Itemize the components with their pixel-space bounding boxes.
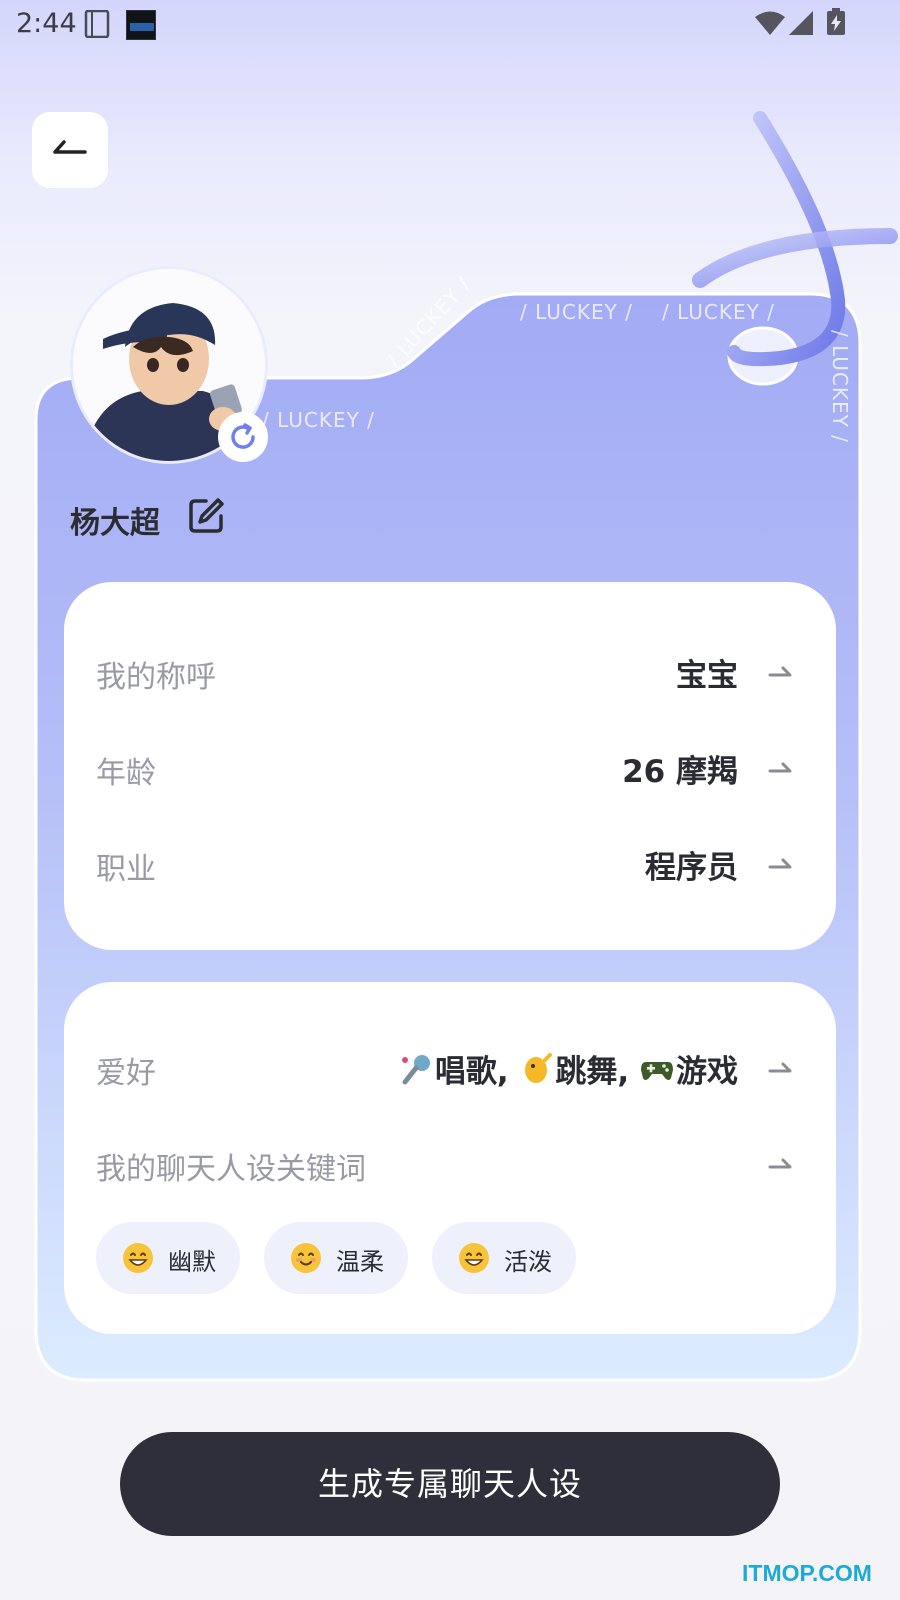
- status-time: 2:44: [16, 8, 77, 39]
- basic-info-panel: 我的称呼 宝宝 年龄 26 摩羯 职业 程序员: [64, 582, 836, 950]
- row-label: 年龄: [96, 756, 156, 791]
- microphone-icon: [401, 1055, 430, 1085]
- occupation-row[interactable]: 职业 程序员: [96, 834, 804, 894]
- keyword-tag[interactable]: 温柔: [264, 1222, 408, 1294]
- keyword-tag[interactable]: 幽默: [96, 1222, 240, 1294]
- arrow-right-icon: [768, 858, 792, 869]
- smiling-face-icon: [291, 1243, 321, 1273]
- row-label: 职业: [96, 852, 156, 887]
- row-value: 宝宝: [676, 658, 738, 694]
- wifi-icon: [755, 11, 785, 35]
- keyword-tag[interactable]: 活泼: [432, 1222, 576, 1294]
- app-notification-icon: [126, 10, 156, 40]
- row-label: 我的称呼: [96, 660, 216, 695]
- game-controller-icon: [641, 1062, 673, 1080]
- keyword-tag-label: 活泼: [504, 1248, 552, 1276]
- row-label: 我的聊天人设关键词: [96, 1152, 366, 1187]
- status-bar: 2:44: [0, 0, 900, 48]
- arrow-right-icon: [768, 1158, 792, 1169]
- back-button[interactable]: [32, 112, 108, 188]
- card-watermark-text: / LUCKEY /: [382, 272, 476, 373]
- username: 杨大超: [70, 506, 160, 541]
- keywords-row[interactable]: 我的聊天人设关键词: [96, 1134, 804, 1194]
- card-watermark-text: / LUCKEY /: [520, 300, 633, 324]
- row-label: 爱好: [96, 1056, 156, 1091]
- generate-persona-button[interactable]: 生成专属聊天人设: [120, 1432, 780, 1536]
- signal-icon: [789, 11, 813, 35]
- hobby-item: 跳舞,: [555, 1054, 630, 1090]
- dancing-figure-icon: [525, 1053, 553, 1083]
- keyword-tag-label: 幽默: [168, 1248, 216, 1276]
- card-watermark-text: / LUCKEY /: [262, 408, 375, 432]
- keyword-tag-label: 温柔: [336, 1248, 384, 1276]
- persona-panel: 爱好 唱歌, 跳舞, 游戏 我的聊天人设关键词 幽默 温柔 活泼: [64, 982, 836, 1334]
- hobby-item: 唱歌,: [434, 1054, 509, 1090]
- row-value: 程序员: [645, 850, 738, 886]
- back-arrow-icon: [53, 140, 87, 154]
- hobby-item: 游戏: [676, 1054, 738, 1090]
- grinning-face-icon: [459, 1243, 489, 1273]
- edit-name-icon[interactable]: [186, 496, 226, 536]
- notebook-icon: [84, 10, 110, 38]
- card-watermark-text: / LUCKEY /: [828, 330, 852, 443]
- nickname-row[interactable]: 我的称呼 宝宝: [96, 642, 804, 702]
- arrow-right-icon: [768, 666, 792, 677]
- refresh-icon: [231, 423, 255, 449]
- grinning-face-icon: [123, 1243, 153, 1273]
- hobby-values: 唱歌, 跳舞, 游戏: [399, 1046, 738, 1091]
- battery-charging-icon: [827, 8, 845, 35]
- hobby-row[interactable]: 爱好 唱歌, 跳舞, 游戏: [96, 1038, 804, 1098]
- arrow-right-icon: [768, 762, 792, 773]
- site-watermark: ITMOP.COM: [742, 1560, 872, 1586]
- refresh-avatar-button[interactable]: [218, 412, 268, 462]
- row-value: 26 摩羯: [622, 754, 738, 790]
- card-watermark-text: / LUCKEY /: [662, 300, 775, 324]
- age-row[interactable]: 年龄 26 摩羯: [96, 738, 804, 798]
- arrow-right-icon: [768, 1062, 792, 1073]
